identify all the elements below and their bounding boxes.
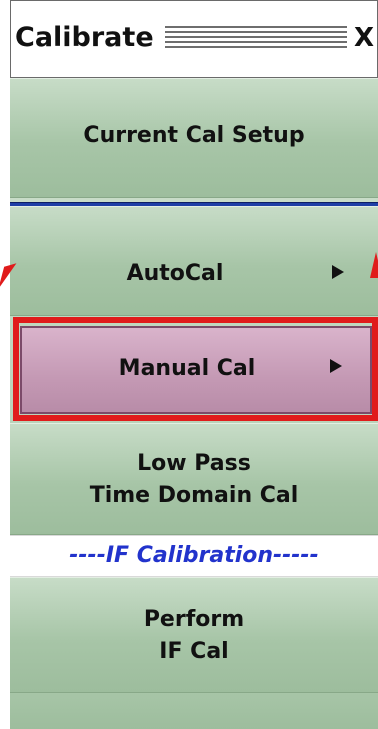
- current-cal-setup-label: Current Cal Setup: [83, 123, 305, 148]
- low-pass-time-domain-cal-button[interactable]: Low Pass Time Domain Cal: [10, 423, 378, 535]
- perform-if-cal-button[interactable]: Perform IF Cal: [10, 577, 378, 693]
- submenu-arrow-icon: [330, 359, 342, 373]
- calibrate-menu: Current Cal Setup AutoCal Manual Cal Low…: [10, 78, 378, 729]
- close-button[interactable]: X: [349, 22, 378, 54]
- perform-if-cal-label-line1: Perform: [143, 607, 245, 632]
- perform-if-cal-label-line2: IF Cal: [159, 639, 229, 664]
- annotation-arrow-right-icon: [370, 252, 378, 278]
- panel-title: Calibrate: [15, 22, 154, 53]
- autocal-label: AutoCal: [126, 261, 224, 286]
- low-pass-label-line1: Low Pass: [137, 451, 251, 476]
- low-pass-label-line2: Time Domain Cal: [89, 483, 299, 508]
- current-cal-setup-button[interactable]: Current Cal Setup: [10, 78, 378, 198]
- manual-cal-button[interactable]: Manual Cal: [20, 326, 372, 414]
- title-bar-grip: [165, 26, 347, 50]
- if-calibration-section-header: ----IF Calibration-----: [10, 535, 378, 577]
- manual-cal-label: Manual Cal: [118, 356, 256, 381]
- menu-bottom-filler: [10, 693, 378, 729]
- autocal-button[interactable]: AutoCal: [10, 206, 378, 316]
- submenu-arrow-icon: [332, 265, 344, 279]
- calibrate-panel: Calibrate X Current Cal Setup AutoCal Ma…: [10, 0, 378, 729]
- title-bar: Calibrate X: [10, 0, 378, 78]
